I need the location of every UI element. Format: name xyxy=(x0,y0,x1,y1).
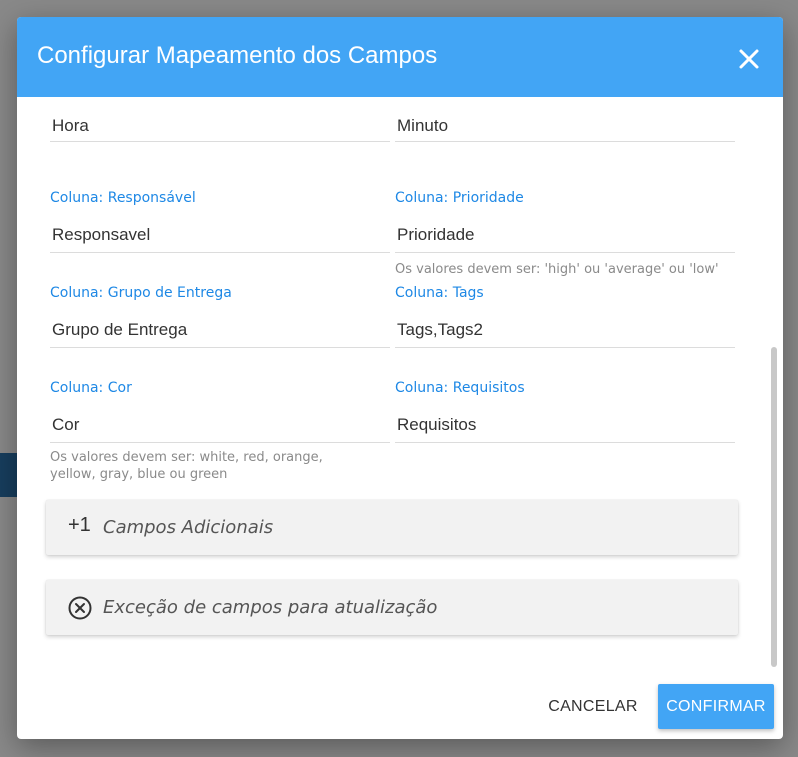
requisitos-underline xyxy=(395,442,735,443)
requisitos-input[interactable]: Requisitos xyxy=(397,415,476,435)
grupo-entrega-underline xyxy=(50,347,390,348)
dialog-content: Hora Minuto Coluna: Responsável Responsa… xyxy=(17,97,783,677)
hora-underline xyxy=(50,141,390,142)
cor-underline xyxy=(50,442,390,443)
confirm-button[interactable]: CONFIRMAR xyxy=(658,684,774,729)
responsavel-input[interactable]: Responsavel xyxy=(52,225,150,245)
tags-input[interactable]: Tags,Tags2 xyxy=(397,320,483,340)
prioridade-hint: Os valores devem ser: 'high' ou 'average… xyxy=(395,262,719,277)
close-icon xyxy=(739,49,759,69)
minuto-underline xyxy=(395,141,735,142)
cor-hint-line-1: Os valores devem ser: white, red, orange… xyxy=(50,450,323,465)
tags-label: Coluna: Tags xyxy=(395,285,484,301)
close-button[interactable] xyxy=(731,41,767,77)
tags-underline xyxy=(395,347,735,348)
field-mapping-dialog: Configurar Mapeamento dos Campos Hora Mi… xyxy=(17,17,783,739)
dialog-header: Configurar Mapeamento dos Campos xyxy=(17,17,783,97)
requisitos-label: Coluna: Requisitos xyxy=(395,380,525,396)
panel-campos-adicionais[interactable]: +1 Campos Adicionais xyxy=(46,500,738,555)
prioridade-underline xyxy=(395,252,735,253)
cor-input[interactable]: Cor xyxy=(52,415,79,435)
panel-excecao-campos[interactable]: Exceção de campos para atualização xyxy=(46,580,738,635)
hora-input[interactable]: Hora xyxy=(52,116,89,136)
content-scrollbar[interactable] xyxy=(771,347,777,667)
cancel-button[interactable]: CANCELAR xyxy=(537,687,649,727)
circle-x-icon xyxy=(67,595,93,627)
cor-hint-line-2: yellow, gray, blue ou green xyxy=(50,467,228,482)
plus-one-icon: +1 xyxy=(68,514,91,536)
prioridade-input[interactable]: Prioridade xyxy=(397,225,475,245)
responsavel-underline xyxy=(50,252,390,253)
panel-excecao-campos-label: Exceção de campos para atualização xyxy=(103,597,438,618)
grupo-entrega-label: Coluna: Grupo de Entrega xyxy=(50,285,232,301)
dialog-title: Configurar Mapeamento dos Campos xyxy=(37,42,438,69)
panel-campos-adicionais-label: Campos Adicionais xyxy=(103,517,274,538)
minuto-input[interactable]: Minuto xyxy=(397,116,448,136)
cor-hint: Os valores devem ser: white, red, orange… xyxy=(50,449,323,483)
cor-label: Coluna: Cor xyxy=(50,380,132,396)
responsavel-label: Coluna: Responsável xyxy=(50,190,196,206)
grupo-entrega-input[interactable]: Grupo de Entrega xyxy=(52,320,187,340)
prioridade-label: Coluna: Prioridade xyxy=(395,190,524,206)
